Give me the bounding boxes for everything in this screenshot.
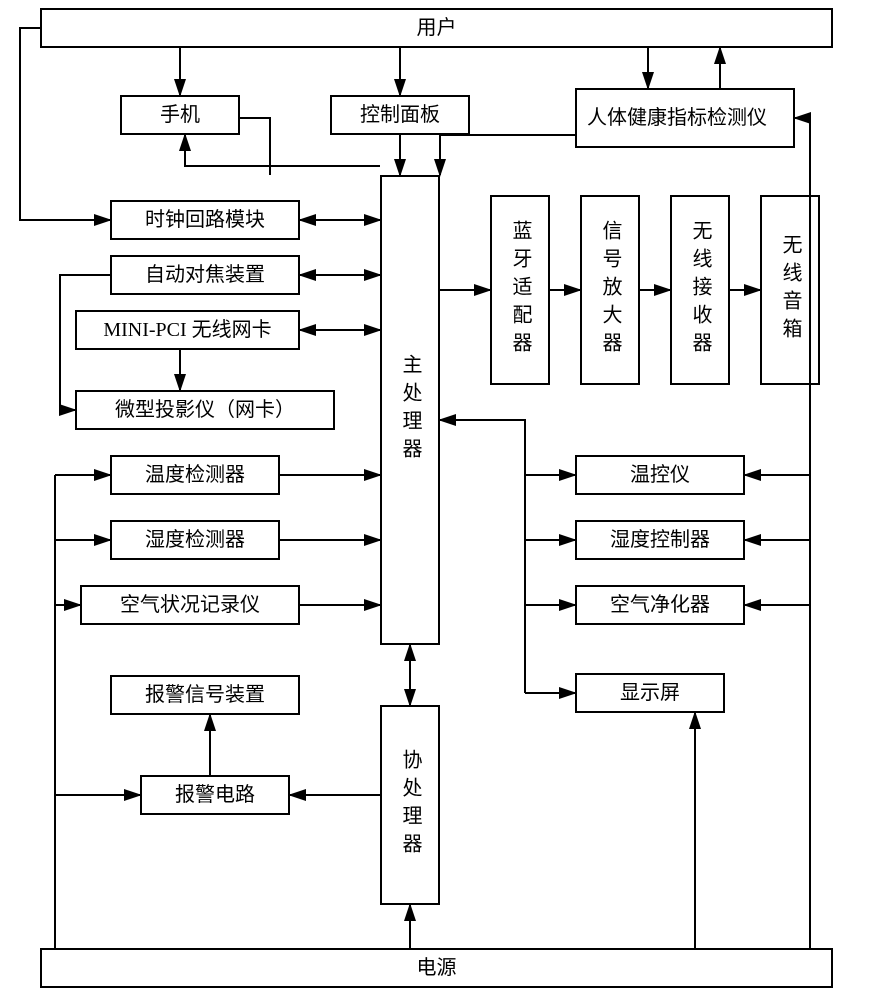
label: 空气状况记录仪 bbox=[120, 591, 260, 619]
node-air-pur: 空气净化器 bbox=[575, 585, 745, 625]
label: 手机 bbox=[160, 101, 200, 129]
label: 湿度检测器 bbox=[145, 526, 245, 554]
label: 无线接收器 bbox=[686, 220, 714, 360]
node-display: 显示屏 bbox=[575, 673, 725, 713]
label: 显示屏 bbox=[620, 679, 680, 707]
label: 信号放大器 bbox=[596, 220, 624, 360]
label: 温控仪 bbox=[630, 461, 690, 489]
node-power: 电源 bbox=[40, 948, 833, 988]
node-user: 用户 bbox=[40, 8, 833, 48]
label: 人体健康指标检测仪 bbox=[587, 104, 767, 132]
label: 湿度控制器 bbox=[610, 526, 710, 554]
label: 无线音箱 bbox=[776, 234, 804, 346]
label: 主处理器 bbox=[396, 354, 424, 466]
node-amp: 信号放大器 bbox=[580, 195, 640, 385]
node-co-cpu: 协处理器 bbox=[380, 705, 440, 905]
label: 温度检测器 bbox=[145, 461, 245, 489]
label: 报警信号装置 bbox=[145, 681, 265, 709]
label: 蓝牙适配器 bbox=[506, 220, 534, 360]
node-bt: 蓝牙适配器 bbox=[490, 195, 550, 385]
node-humid-det: 湿度检测器 bbox=[110, 520, 280, 560]
label: MINI-PCI 无线网卡 bbox=[103, 316, 271, 344]
node-autofocus: 自动对焦装置 bbox=[110, 255, 300, 295]
node-alarm-ckt: 报警电路 bbox=[140, 775, 290, 815]
node-clock: 时钟回路模块 bbox=[110, 200, 300, 240]
node-health: 人体健康指标检测仪 bbox=[575, 88, 795, 148]
node-phone: 手机 bbox=[120, 95, 240, 135]
node-humid-ctrl: 湿度控制器 bbox=[575, 520, 745, 560]
label: 报警电路 bbox=[175, 781, 255, 809]
label: 空气净化器 bbox=[610, 591, 710, 619]
node-projector: 微型投影仪（网卡） bbox=[75, 390, 335, 430]
label: 时钟回路模块 bbox=[145, 206, 265, 234]
node-rx: 无线接收器 bbox=[670, 195, 730, 385]
node-spk: 无线音箱 bbox=[760, 195, 820, 385]
node-wifi: MINI-PCI 无线网卡 bbox=[75, 310, 300, 350]
label: 协处理器 bbox=[396, 749, 424, 861]
label: 用户 bbox=[417, 14, 457, 42]
label: 电源 bbox=[417, 954, 457, 982]
label: 微型投影仪（网卡） bbox=[115, 396, 295, 424]
node-main-cpu: 主处理器 bbox=[380, 175, 440, 645]
node-alarm-sig: 报警信号装置 bbox=[110, 675, 300, 715]
node-temp-det: 温度检测器 bbox=[110, 455, 280, 495]
label: 自动对焦装置 bbox=[145, 261, 265, 289]
node-temp-ctrl: 温控仪 bbox=[575, 455, 745, 495]
node-panel: 控制面板 bbox=[330, 95, 470, 135]
node-air-rec: 空气状况记录仪 bbox=[80, 585, 300, 625]
label: 控制面板 bbox=[360, 101, 440, 129]
